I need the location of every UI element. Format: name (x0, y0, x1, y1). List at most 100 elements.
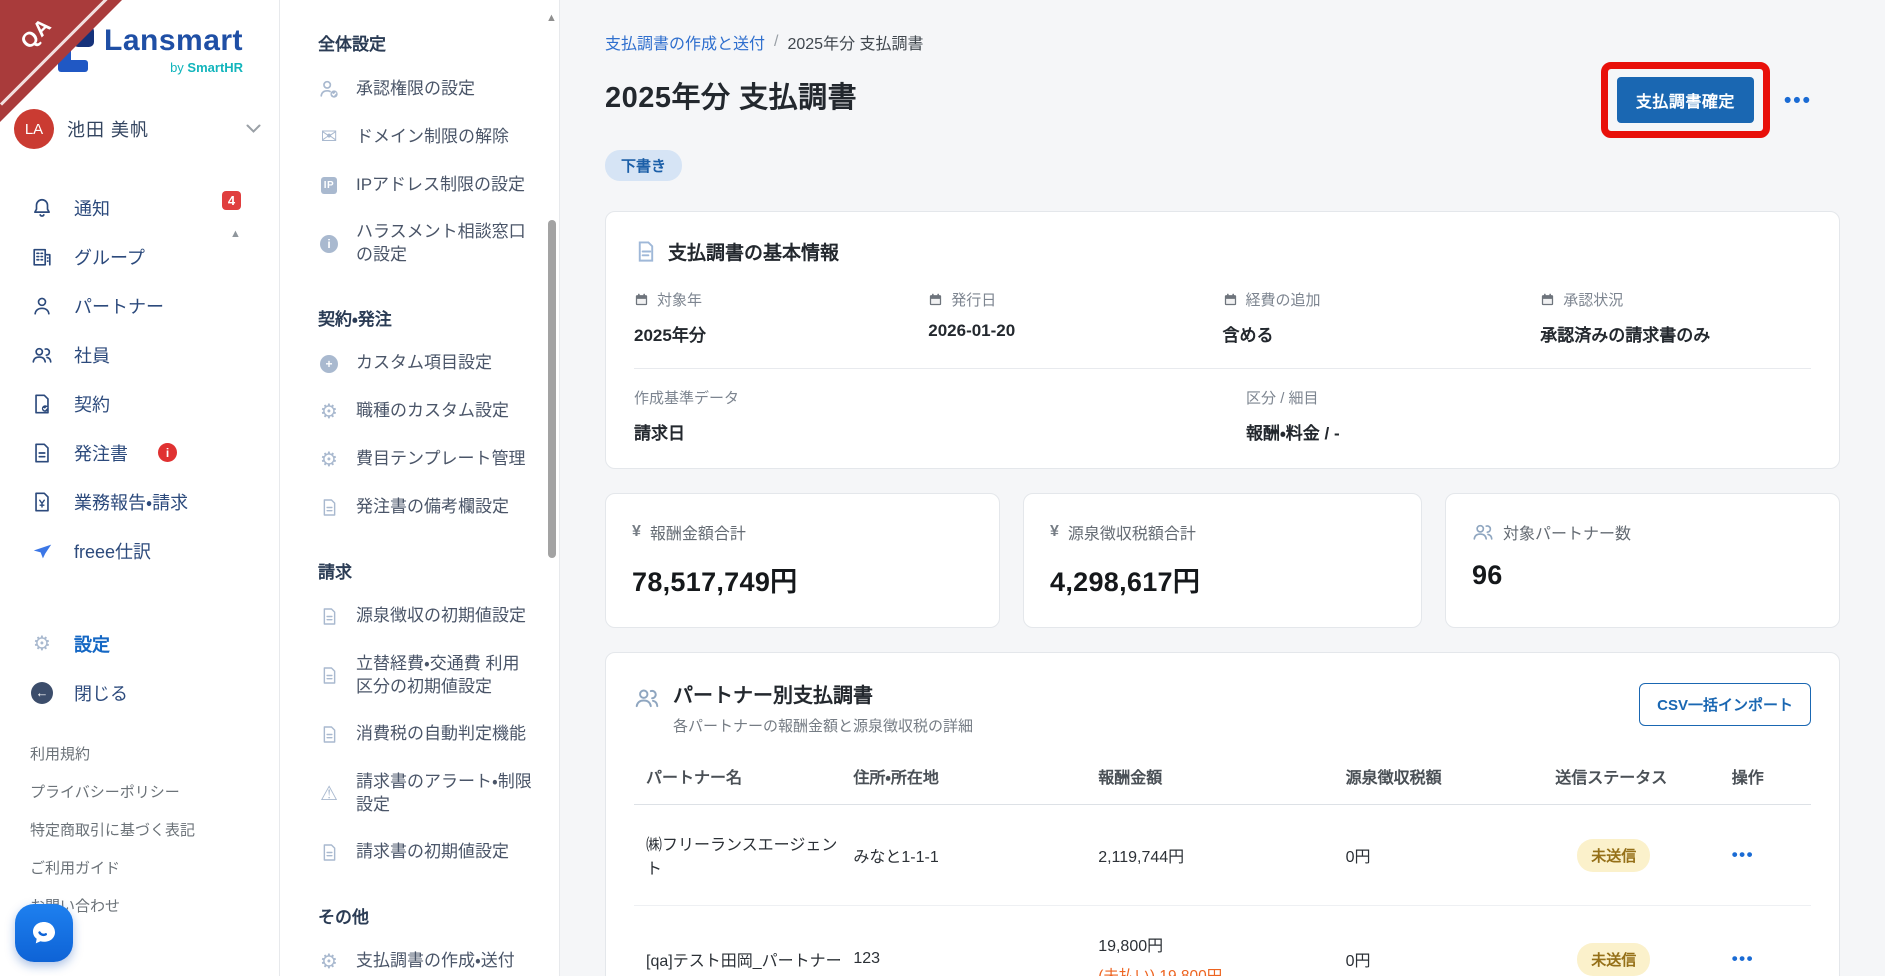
partner-list-card: パートナー別支払調書 各パートナーの報酬金額と源泉徴収税の詳細 CSV一括インポ… (605, 652, 1840, 976)
settings-section: 契約・発注 + カスタム項目設定 ⚙ 職種のカスタム設定 ⚙ 費目テンプレート管… (318, 305, 533, 532)
sidebar-item-通知[interactable]: 通知 4 (0, 183, 279, 232)
gear-icon: ⚙ (33, 632, 51, 655)
brand-logo[interactable]: Lansmart by SmartHR (58, 26, 279, 75)
settings-scrollbar-thumb[interactable] (548, 220, 556, 558)
gear-icon: ⚙ (320, 400, 338, 423)
settings-item[interactable]: + カスタム項目設定 (318, 340, 533, 388)
settings-item-label: IPアドレス制限の設定 (356, 174, 526, 194)
sidebar-item-発注書[interactable]: 発注書 i (0, 428, 279, 477)
settings-section: その他 ⚙ 支払調書の作成・送付 + 外部サービス連携 (318, 903, 533, 976)
order-doc-icon (30, 441, 54, 465)
sidebar-item-業務報告・請求[interactable]: 業務報告・請求 (0, 477, 279, 526)
sidebar-item-label: freee仕訳 (74, 541, 152, 562)
status-cell: 未送信 (1555, 905, 1732, 976)
building-icon (30, 245, 54, 269)
doc-icon (318, 607, 340, 626)
chat-button[interactable] (15, 904, 73, 962)
column-header: 操作 (1731, 764, 1811, 805)
settings-item[interactable]: 承認権限の設定 (318, 65, 533, 113)
sidebar-item-freee仕訳[interactable]: freee仕訳 (0, 526, 279, 575)
settings-section-title: その他 (318, 907, 369, 927)
field-value: 2025年分 (634, 326, 706, 345)
settings-item-label: 費目テンプレート管理 (356, 449, 526, 469)
status-badge: 下書き (605, 150, 683, 181)
info-field: 対象年 2025年分 (634, 289, 928, 346)
partners-icon (635, 689, 659, 708)
settings-scroll-up-icon[interactable]: ▲ (546, 12, 557, 24)
sidebar-item-閉じる[interactable]: ← 閉じる (0, 668, 279, 717)
user-menu[interactable]: LA 池田 美帆 (14, 109, 261, 149)
divider (634, 368, 1811, 369)
settings-item[interactable]: IP IPアドレス制限の設定 (318, 161, 533, 209)
settings-item-label: 源泉徴収の初期値設定 (356, 606, 526, 626)
tax-cell: 0円 (1345, 804, 1556, 906)
sidebar-item-label: 通知 (74, 198, 110, 219)
summary-value: 78,517,749円 (632, 567, 798, 597)
row-actions-button[interactable]: ••• (1732, 845, 1754, 864)
settings-item[interactable]: ⚙ 職種のカスタム設定 (318, 388, 533, 436)
unpaid-note: (未払い) 19,800円 (1098, 964, 1339, 976)
freee-plane-icon (30, 539, 54, 563)
back-circle-icon: ← (30, 681, 54, 705)
info-field: 承認状況 承認済みの請求書のみ (1540, 289, 1811, 346)
settings-item[interactable]: 源泉徴収の初期値設定 (318, 593, 533, 641)
settings-item[interactable]: ⚙ 費目テンプレート管理 (318, 436, 533, 484)
notification-count-badge: 4 (222, 191, 241, 210)
more-menu-button[interactable]: ••• (1784, 90, 1812, 111)
person-check-icon (318, 78, 340, 100)
footer-link[interactable]: プライバシーポリシー (30, 781, 279, 802)
actions-cell: ••• (1731, 905, 1811, 976)
sidebar-item-社員[interactable]: 社員 (0, 330, 279, 379)
basic-info-title: 支払調書の基本情報 (668, 243, 840, 264)
sidebar-item-パートナー[interactable]: パートナー (0, 281, 279, 330)
avatar: LA (14, 109, 54, 149)
settings-item[interactable]: ⚙ 支払調書の作成・送付 (318, 938, 533, 976)
settings-section-title: 全体設定 (318, 35, 386, 54)
sidebar-item-label: 発注書 (74, 443, 128, 464)
row-actions-button[interactable]: ••• (1732, 949, 1754, 968)
sidebar-scroll-up-icon[interactable]: ▲ (230, 228, 241, 240)
main-nav: 通知 4 グループ パートナー 社員 契約 発注書 i 業務報告・請求 free… (0, 183, 279, 575)
brand-byline: by SmartHR (170, 60, 244, 75)
envelope-icon: ✉ (320, 126, 338, 148)
footer-links: 利用規約 プライバシーポリシー 特定商取引に基づく表記 ご利用ガイド お問い合わせ (30, 743, 279, 916)
confirm-payment-record-button[interactable]: 支払調書確定 (1616, 77, 1754, 123)
settings-item[interactable]: 消費税の自動判定機能 (318, 711, 533, 759)
summary-cards: ¥ 報酬金額合計 78,517,749円 ¥ 源泉徴収税額合計 4,298,61… (605, 493, 1840, 628)
footer-link[interactable]: 利用規約 (30, 743, 279, 764)
settings-item-label: ハラスメント相談窓口の設定 (356, 222, 526, 264)
summary-label: 報酬金額合計 (649, 526, 746, 543)
settings-item[interactable]: 立替経費・交通費 利用区分の初期値設定 (318, 641, 533, 711)
settings-item-label: 支払調書の作成・送付 (356, 951, 515, 971)
settings-item-label: ドメイン制限の解除 (356, 126, 509, 146)
settings-item[interactable]: 発注書の備考欄設定 (318, 484, 533, 532)
gear-icon: ⚙ (320, 448, 338, 471)
settings-item[interactable]: 請求書の初期値設定 (318, 829, 533, 877)
summary-card: ¥ 源泉徴収税額合計 4,298,617円 (1023, 493, 1422, 628)
settings-item[interactable]: ✉ ドメイン制限の解除 (318, 113, 533, 161)
footer-link[interactable]: 特定商取引に基づく表記 (30, 819, 279, 840)
settings-item-label: 請求書の初期値設定 (356, 842, 509, 862)
settings-item[interactable]: i ハラスメント相談窓口の設定 (318, 209, 533, 279)
gear-icon: ⚙ (320, 950, 338, 973)
settings-item[interactable]: ⚠ 請求書のアラート・制限設定 (318, 759, 533, 829)
footer-link[interactable]: ご利用ガイド (30, 857, 279, 878)
summary-value: 96 (1471, 560, 1503, 590)
csv-import-button[interactable]: CSV一括インポート (1639, 683, 1811, 726)
sidebar-item-label: 社員 (74, 345, 110, 366)
sidebar-item-label: 閉じる (74, 683, 128, 704)
sidebar-item-設定[interactable]: ⚙ 設定 (0, 619, 279, 668)
settings-scrollbar-track: ▲ (546, 0, 558, 976)
column-header: 住所・所在地 (853, 764, 1099, 805)
people-icon (30, 343, 54, 367)
field-label: 対象年 (657, 292, 703, 309)
summary-label: 源泉徴収税額合計 (1067, 526, 1196, 543)
summary-card: 対象パートナー数 96 (1444, 493, 1840, 628)
yen-icon: ¥ (1050, 523, 1059, 540)
breadcrumb-link[interactable]: 支払調書の作成と送付 (605, 30, 765, 54)
doc-icon (318, 666, 340, 685)
sidebar-item-契約[interactable]: 契約 (0, 379, 279, 428)
field-value: 報酬・料金 / - (1246, 424, 1340, 443)
breadcrumb-separator: / (774, 33, 779, 50)
chevron-down-icon (246, 124, 261, 134)
